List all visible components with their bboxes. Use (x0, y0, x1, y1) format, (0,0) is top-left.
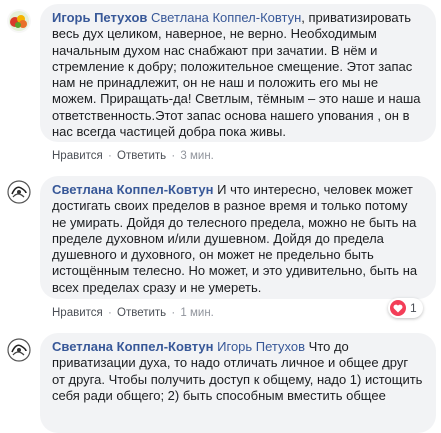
heart-icon (390, 300, 406, 316)
comment-thread: Игорь Петухов Светлана Коппел-Ковтун, пр… (0, 0, 441, 433)
comment-actions: Нравится · Ответить · 3 мин. (52, 150, 214, 162)
separator: · (171, 150, 176, 162)
separator: · (171, 307, 176, 319)
comment-timestamp[interactable]: 3 мин. (180, 150, 213, 162)
separator: · (107, 150, 112, 162)
comment-actions: Нравится · Ответить · 1 мин. (52, 307, 214, 319)
reaction-count: 1 (410, 301, 417, 315)
avatar-flower-icon (7, 9, 31, 33)
reaction-badge[interactable]: 1 (388, 298, 423, 318)
like-button[interactable]: Нравится (52, 150, 103, 162)
comment-author[interactable]: Игорь Петухов (52, 10, 147, 25)
comment-mention[interactable]: Светлана Коппел-Ковтун (151, 10, 301, 25)
reply-button[interactable]: Ответить (117, 150, 166, 162)
comment-bubble: Игорь Петухов Светлана Коппел-Ковтун, пр… (40, 4, 436, 142)
reply-button[interactable]: Ответить (117, 307, 166, 319)
avatar[interactable] (7, 180, 31, 204)
comment-text: , приватизировать весь дух целиком, наве… (52, 10, 421, 140)
comment-text: И что интересно, человек может достигать… (52, 182, 418, 295)
separator: · (107, 307, 112, 319)
comment-bubble: Светлана Коппел-Ковтун Игорь Петухов Что… (40, 333, 436, 433)
comment-author[interactable]: Светлана Коппел-Ковтун (52, 182, 214, 197)
like-button[interactable]: Нравится (52, 307, 103, 319)
comment-bubble: Светлана Коппел-Ковтун И что интересно, … (40, 176, 436, 299)
comment-mention[interactable]: Игорь Петухов (217, 339, 305, 354)
avatar-swirl-icon (7, 180, 31, 204)
avatar-swirl-icon (7, 338, 31, 362)
avatar[interactable] (7, 9, 31, 33)
comment-timestamp[interactable]: 1 мин. (180, 307, 213, 319)
avatar[interactable] (7, 338, 31, 362)
comment-author[interactable]: Светлана Коппел-Ковтун (52, 339, 214, 354)
